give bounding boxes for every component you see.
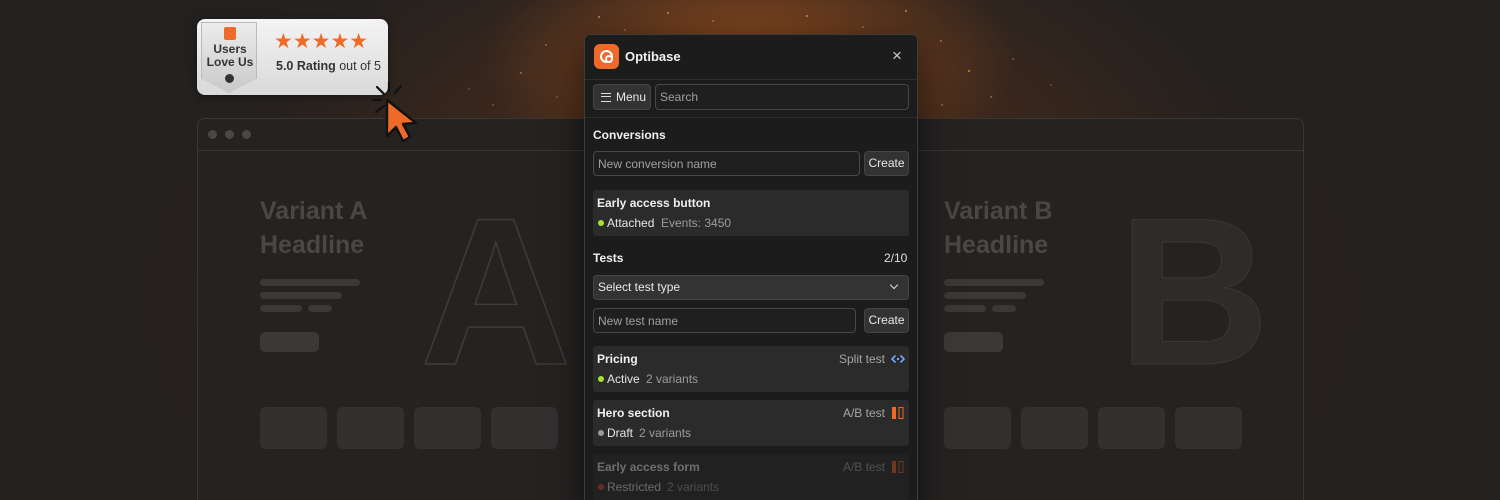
- rating-badge: Users Love Us ★★★★★ 5.0 Rating out of 5: [197, 19, 388, 95]
- variant-a-letter: A: [419, 174, 572, 409]
- placeholder-line: [992, 305, 1016, 312]
- tests-title: Tests: [593, 251, 624, 265]
- divider: [585, 117, 917, 118]
- test-type: A/B test: [842, 460, 885, 474]
- shield-text-line: Love Us: [206, 55, 254, 69]
- test-status: Draft: [607, 426, 634, 440]
- status-dot-icon: [598, 430, 604, 436]
- test-variants: 2 variants: [667, 480, 720, 494]
- test-name: Pricing: [597, 352, 638, 366]
- shield-dot-icon: [225, 74, 234, 83]
- placeholder-button: [944, 332, 1003, 352]
- optibase-logo-icon: [594, 44, 619, 69]
- conversion-item[interactable]: Early access button Attached Events: 345…: [593, 190, 909, 236]
- create-conversion-button[interactable]: Create: [864, 151, 909, 176]
- placeholder-line: [944, 292, 1026, 299]
- chevron-down-icon: [889, 280, 899, 290]
- status-dot-icon: [598, 220, 604, 226]
- close-icon[interactable]: ×: [888, 47, 906, 65]
- placeholder-line: [944, 279, 1044, 286]
- window-dot-icon: [208, 130, 217, 139]
- placeholder-line: [260, 292, 342, 299]
- window-dot-icon: [242, 130, 251, 139]
- rating-text: 5.0 Rating out of 5: [276, 59, 381, 73]
- test-status: Active: [607, 372, 640, 386]
- test-status: Restricted: [607, 480, 662, 494]
- placeholder-card: [1098, 407, 1165, 449]
- test-type: A/B test: [842, 406, 885, 420]
- placeholder-button: [260, 332, 319, 352]
- five-stars-icon: ★★★★★: [274, 30, 369, 53]
- tests-count: 2/10: [884, 251, 908, 265]
- placeholder-line: [308, 305, 332, 312]
- placeholder-card: [491, 407, 558, 449]
- optibase-panel: Optibase × Menu Conversions Create Early…: [584, 34, 918, 500]
- conversion-name: Early access button: [597, 196, 711, 210]
- divider: [585, 79, 917, 80]
- test-item-early-access-form[interactable]: Early access form A/B test Restricted 2 …: [593, 454, 909, 500]
- ab-columns-icon: [892, 407, 904, 419]
- test-name: Hero section: [597, 406, 670, 420]
- placeholder-card: [944, 407, 1011, 449]
- placeholder-line: [260, 305, 302, 312]
- new-conversion-input[interactable]: [593, 151, 860, 176]
- placeholder-card: [1021, 407, 1088, 449]
- conversion-events: Events: 3450: [661, 216, 732, 230]
- placeholder-line: [944, 305, 986, 312]
- variant-a-headline: Variant A Headline: [260, 197, 368, 259]
- menu-button-label: Menu: [616, 90, 647, 104]
- ab-columns-icon: [892, 461, 904, 473]
- users-love-us-shield: Users Love Us: [201, 22, 257, 93]
- test-name: Early access form: [597, 460, 700, 474]
- status-dot-icon: [598, 484, 604, 490]
- placeholder-card: [337, 407, 404, 449]
- search-input[interactable]: [655, 84, 909, 110]
- placeholder-card: [1175, 407, 1242, 449]
- panel-header: Optibase ×: [585, 35, 917, 79]
- placeholder-card: [414, 407, 481, 449]
- test-variants: 2 variants: [639, 426, 692, 440]
- status-dot-icon: [598, 376, 604, 382]
- hamburger-icon: [601, 93, 611, 102]
- new-test-input[interactable]: [593, 308, 856, 333]
- split-arrows-icon: [891, 355, 905, 363]
- create-test-button[interactable]: Create: [864, 308, 909, 333]
- test-item-pricing[interactable]: Pricing Split test Active 2 variants: [593, 346, 909, 392]
- test-variants: 2 variants: [646, 372, 699, 386]
- test-type-select-label: Select test type: [598, 280, 681, 294]
- app-title: Optibase: [625, 49, 681, 64]
- placeholder-line: [260, 279, 360, 286]
- conversions-title: Conversions: [593, 128, 666, 142]
- placeholder-card: [260, 407, 327, 449]
- menu-button[interactable]: Menu: [593, 84, 651, 110]
- test-type: Split test: [838, 352, 885, 366]
- window-dot-icon: [225, 130, 234, 139]
- variant-b-headline: Variant B Headline: [944, 197, 1053, 259]
- conversion-status: Attached: [607, 216, 655, 230]
- test-item-hero-section[interactable]: Hero section A/B test Draft 2 variants: [593, 400, 909, 446]
- test-type-select[interactable]: Select test type: [593, 275, 909, 300]
- pointer-cursor-icon: [372, 82, 418, 143]
- variant-b-letter: B: [1118, 174, 1271, 409]
- g2-logo-icon: [224, 27, 236, 40]
